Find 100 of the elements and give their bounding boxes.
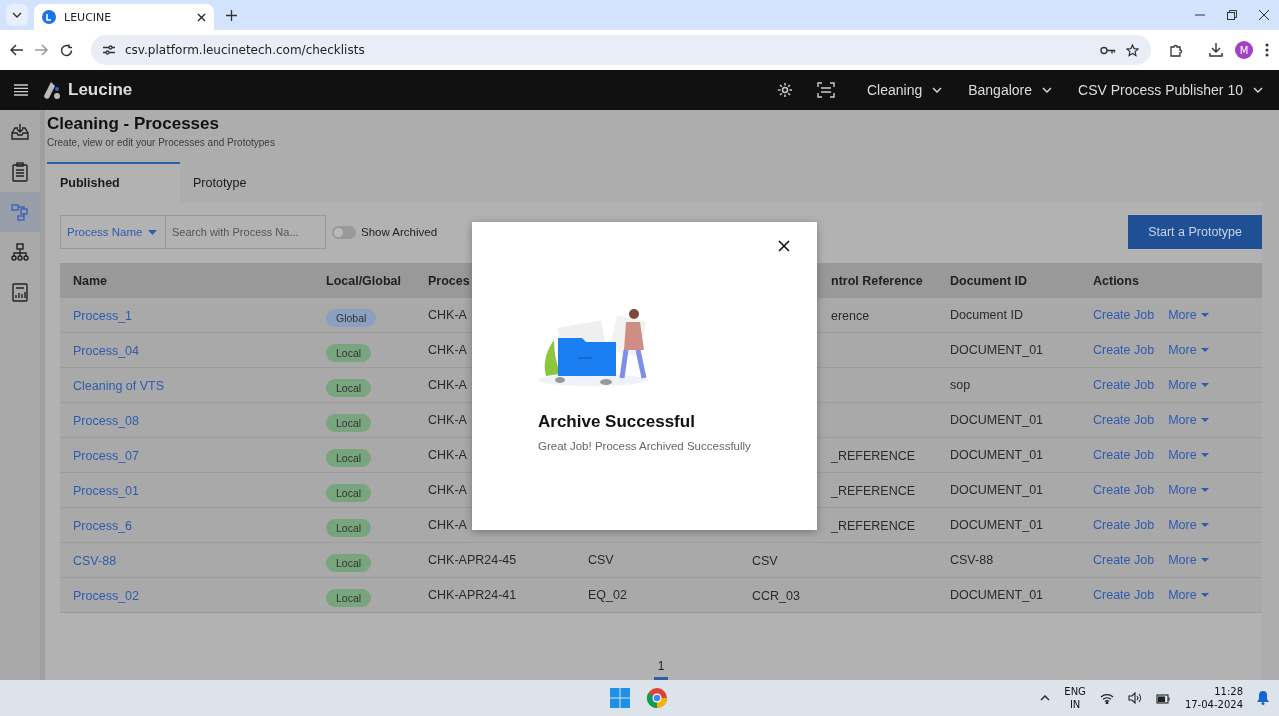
process-link[interactable]: Process_08: [73, 413, 139, 428]
column-header: Local/Global: [325, 273, 401, 288]
profile-avatar[interactable]: M: [1235, 41, 1253, 59]
process-link[interactable]: Cleaning of VTS: [73, 378, 165, 393]
scope-badge: Local: [326, 414, 372, 432]
extensions-icon[interactable]: [1169, 43, 1183, 57]
report-icon[interactable]: [11, 282, 29, 302]
caret-icon: [12, 12, 22, 18]
create-job-link[interactable]: Create Job: [1093, 483, 1155, 497]
process-link[interactable]: Process_01: [73, 483, 139, 498]
scope-badge: Local: [326, 484, 372, 502]
create-job-link[interactable]: Create Job: [1093, 343, 1155, 357]
more-dropdown[interactable]: More: [1168, 308, 1209, 322]
tab[interactable]: Prototype: [180, 162, 313, 202]
key-icon[interactable]: [1100, 45, 1116, 55]
chevron-up-icon[interactable]: [1040, 695, 1051, 701]
checklist-icon[interactable]: [11, 162, 29, 182]
more-dropdown[interactable]: More: [1168, 378, 1209, 392]
site-settings-icon[interactable]: [103, 45, 115, 55]
scope-badge: Local: [326, 589, 372, 607]
favicon-icon: [42, 10, 56, 24]
tab-list-button[interactable]: [6, 4, 28, 26]
close-button[interactable]: [777, 240, 791, 254]
browser-icon[interactable]: [646, 687, 668, 709]
page-title: Cleaning - Processes: [47, 114, 220, 134]
table-cell-text: CHK-A: [427, 343, 467, 357]
create-job-link[interactable]: Create Job: [1093, 448, 1155, 462]
more-dropdown[interactable]: More: [1168, 518, 1209, 532]
close-icon[interactable]: [197, 12, 206, 22]
wifi-icon[interactable]: [1099, 692, 1114, 704]
page-subtitle: Create, view or edit your Processes and Prototypes: [47, 137, 276, 148]
reload-icon[interactable]: [60, 43, 73, 57]
hierarchy-icon[interactable]: [10, 242, 30, 262]
bell-icon[interactable]: [1257, 691, 1269, 705]
settings-icon[interactable]: [776, 82, 793, 98]
caret-icon: [1200, 488, 1209, 492]
address-bar[interactable]: csv.platform.leucinetech.com/checklists: [91, 35, 1151, 65]
inbox-icon[interactable]: [10, 122, 30, 142]
create-job-link[interactable]: Create Job: [1093, 378, 1155, 392]
scan-icon[interactable]: [816, 82, 835, 98]
process-link[interactable]: Process_02: [73, 588, 139, 603]
column-header: Document ID: [949, 273, 1028, 288]
more-dropdown[interactable]: More: [1168, 413, 1209, 427]
table-cell-text: DOCUMENT_01: [949, 518, 1044, 532]
create-job-link[interactable]: Create Job: [1093, 413, 1155, 427]
download-icon[interactable]: [1209, 43, 1223, 57]
tab[interactable]: Published: [47, 162, 180, 202]
clock-date: 17-04-2024: [1184, 698, 1243, 711]
create-job-link[interactable]: Create Job: [1093, 518, 1155, 532]
more-dropdown[interactable]: More: [1168, 553, 1209, 567]
scope-badge: Local: [326, 519, 372, 537]
star-icon[interactable]: [1126, 43, 1139, 57]
scope-badge: Local: [326, 554, 372, 572]
process-link[interactable]: Process_04: [73, 343, 139, 358]
header-dropdown[interactable]: Bangalore: [962, 82, 1059, 98]
create-job-link[interactable]: Create Job: [1093, 588, 1155, 602]
table-cell-text: CHK-APR24-41: [427, 588, 517, 602]
toggle-switch[interactable]: [332, 225, 356, 239]
battery-icon[interactable]: [1155, 692, 1171, 704]
table-cell-text: CHK-A: [427, 518, 467, 532]
header-dropdown[interactable]: Cleaning: [860, 82, 949, 98]
caret-icon: [1200, 523, 1209, 527]
new-tab-icon[interactable]: [226, 10, 237, 21]
header-dropdown[interactable]: CSV Process Publisher 10: [1072, 82, 1269, 98]
table-cell-text: DOCUMENT_01: [949, 448, 1044, 462]
more-icon[interactable]: [1265, 43, 1269, 57]
process-link[interactable]: Process_1: [73, 308, 133, 323]
table-cell-text: CHK-A: [427, 483, 467, 497]
speaker-icon[interactable]: [1127, 692, 1142, 704]
forward-icon[interactable]: [35, 44, 48, 56]
more-dropdown[interactable]: More: [1168, 483, 1209, 497]
filter-dropdown[interactable]: Process Name: [60, 215, 166, 249]
caret-icon: [1200, 383, 1209, 387]
more-dropdown[interactable]: More: [1168, 448, 1209, 462]
table-cell-text: _REFERENCE: [830, 518, 916, 533]
browser-tab[interactable]: LEUCINE: [34, 4, 214, 30]
column-header: Proces: [427, 273, 470, 288]
caret-icon: [1253, 87, 1263, 93]
caret-icon: [1200, 418, 1209, 422]
close-icon[interactable]: [1259, 10, 1269, 20]
table-cell-text: CHK-A: [427, 413, 467, 427]
create-job-link[interactable]: Create Job: [1093, 308, 1155, 322]
process-link[interactable]: Process_6: [73, 518, 133, 533]
start-prototype-button[interactable]: Start a Prototype: [1128, 215, 1262, 249]
more-dropdown[interactable]: More: [1168, 588, 1209, 602]
caret-icon: [148, 229, 158, 235]
scope-badge: Local: [326, 344, 372, 362]
process-link[interactable]: Process_07: [73, 448, 139, 463]
dialog-title: Archive Successful: [538, 412, 696, 432]
process-link[interactable]: CSV-88: [73, 553, 117, 568]
more-dropdown[interactable]: More: [1168, 343, 1209, 357]
table-cell-text: CHK-A: [427, 448, 467, 462]
back-icon[interactable]: [10, 44, 23, 56]
table-cell-text: CSV-88: [949, 553, 994, 567]
restore-icon[interactable]: [1227, 10, 1237, 20]
table-cell-text: DOCUMENT_01: [949, 343, 1044, 357]
search-field[interactable]: Search with Process Na...: [166, 215, 326, 249]
menu-icon[interactable]: [14, 84, 28, 96]
brand-name: Leucine: [68, 80, 133, 100]
create-job-link[interactable]: Create Job: [1093, 553, 1155, 567]
